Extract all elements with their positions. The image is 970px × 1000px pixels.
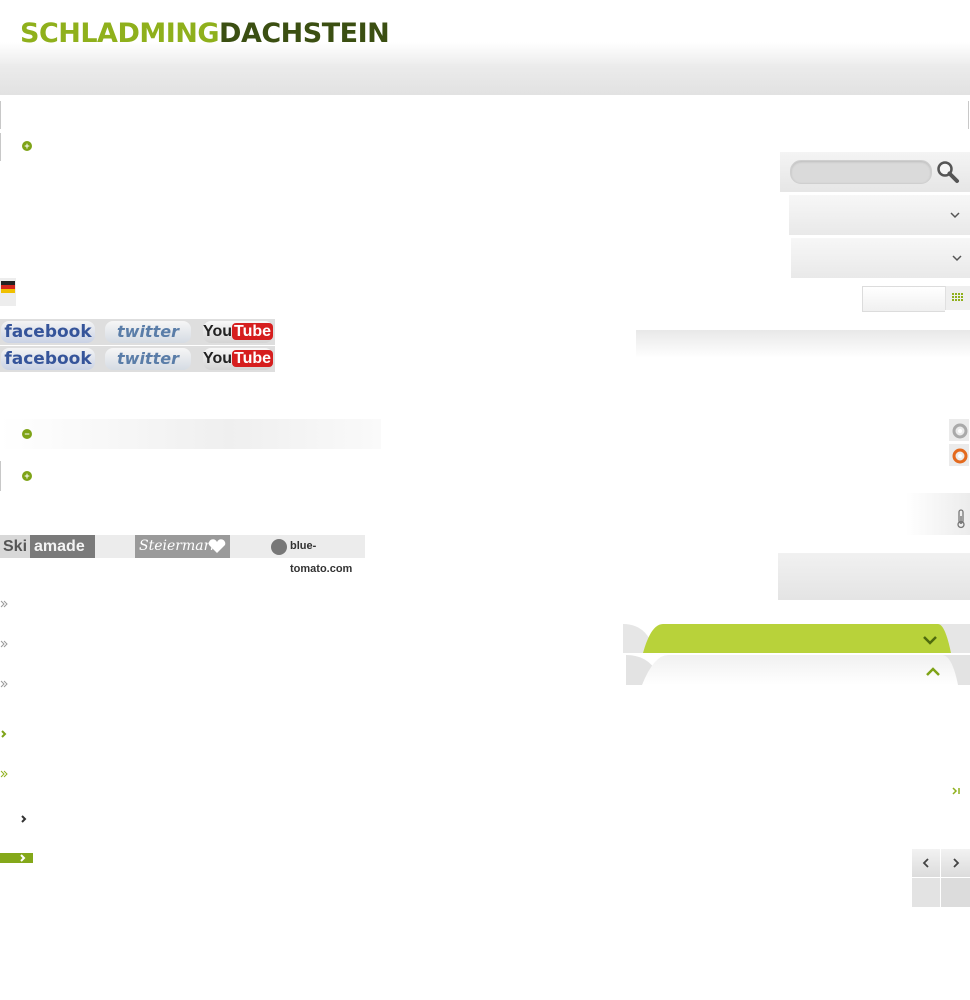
info-box bbox=[778, 553, 970, 600]
dropdown-2[interactable] bbox=[791, 238, 970, 278]
skiamade-ski-text: Ski bbox=[0, 535, 31, 558]
prev-button-lower[interactable] bbox=[912, 878, 941, 907]
double-arrow-icon-green[interactable] bbox=[0, 769, 10, 779]
weather-box[interactable] bbox=[906, 493, 970, 535]
language-flag-icon bbox=[1, 281, 15, 293]
divider-line bbox=[0, 461, 1, 491]
expanded-row[interactable] bbox=[0, 419, 381, 449]
chevron-right-icon bbox=[20, 854, 26, 862]
prev-button[interactable] bbox=[912, 849, 941, 877]
steiermark-logo[interactable]: Steiermark bbox=[135, 535, 230, 558]
next-button-lower[interactable] bbox=[941, 878, 970, 907]
skip-arrow-icon[interactable] bbox=[951, 786, 963, 796]
divider-line bbox=[0, 101, 1, 129]
ring-icon[interactable] bbox=[949, 419, 969, 441]
bluetomato-text: blue-tomato.com bbox=[290, 540, 353, 575]
search-icon[interactable] bbox=[936, 160, 960, 184]
facebook-link[interactable]: facebook bbox=[1, 321, 95, 343]
ring-icon-active[interactable] bbox=[949, 444, 969, 466]
double-arrow-icon[interactable] bbox=[0, 599, 10, 609]
logo-text-dachstein: DACHSTEIN bbox=[219, 18, 390, 49]
skiamade-amade-text: amade bbox=[30, 535, 95, 558]
plus-icon[interactable]: + bbox=[22, 141, 32, 151]
grid-field[interactable] bbox=[862, 286, 945, 312]
bluetomato-logo[interactable]: blue-tomato.com bbox=[268, 535, 365, 575]
facebook-link[interactable]: facebook bbox=[1, 348, 95, 370]
divider-line bbox=[0, 133, 1, 161]
next-button[interactable] bbox=[941, 849, 970, 877]
dropdown-1[interactable] bbox=[789, 195, 970, 235]
accordion-tab-closed[interactable] bbox=[626, 655, 970, 685]
youtube-link[interactable]: You Tube bbox=[203, 348, 274, 370]
site-logo[interactable]: SCHLADMINGDACHSTEIN bbox=[20, 16, 390, 52]
divider-line bbox=[968, 101, 969, 129]
thermometer-icon bbox=[957, 509, 965, 529]
main-nav-bar[interactable] bbox=[0, 64, 970, 95]
twitter-link[interactable]: twitter bbox=[105, 348, 191, 370]
youtube-you: You bbox=[203, 323, 233, 340]
grid-icon[interactable] bbox=[945, 286, 970, 310]
social-links-row: facebook twitter You Tube bbox=[0, 319, 275, 345]
youtube-you: You bbox=[203, 350, 233, 367]
green-arrow-button[interactable] bbox=[0, 853, 33, 863]
youtube-tube: Tube bbox=[232, 323, 274, 340]
youtube-link[interactable]: You Tube bbox=[203, 321, 274, 343]
double-arrow-icon[interactable] bbox=[0, 639, 10, 649]
chevron-left-icon bbox=[922, 858, 929, 868]
flag-icon[interactable] bbox=[0, 278, 16, 306]
green-arrow-icon[interactable] bbox=[0, 729, 10, 739]
plus-icon[interactable]: + bbox=[22, 471, 32, 481]
search-input[interactable] bbox=[790, 160, 932, 184]
minus-icon[interactable]: − bbox=[22, 429, 32, 439]
twitter-link[interactable]: twitter bbox=[105, 321, 191, 343]
tomato-icon bbox=[271, 539, 287, 555]
heart-icon bbox=[208, 539, 226, 553]
accordion-tab-open[interactable] bbox=[623, 624, 970, 653]
chevron-right-icon bbox=[953, 858, 960, 868]
chevron-down-icon bbox=[950, 212, 960, 219]
double-arrow-icon[interactable] bbox=[0, 679, 10, 689]
chevron-down-icon bbox=[952, 255, 962, 262]
logo-text-schladming: SCHLADMING bbox=[20, 18, 220, 49]
youtube-tube: Tube bbox=[232, 350, 274, 367]
grid-selector bbox=[862, 286, 970, 312]
search-box bbox=[780, 152, 970, 192]
skiamade-logo[interactable]: Ski amade bbox=[0, 535, 95, 558]
right-gradient-strip bbox=[636, 330, 970, 358]
chevron-right-icon[interactable] bbox=[19, 814, 29, 824]
social-links-row-hover: facebook twitter You Tube bbox=[0, 346, 275, 372]
